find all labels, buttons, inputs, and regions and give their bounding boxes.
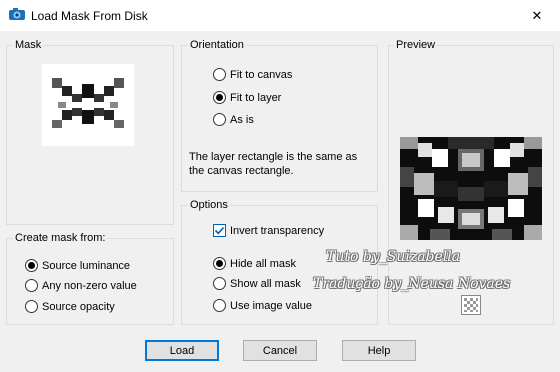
mask-thumbnail [42,64,134,146]
options-legend: Options [188,199,230,211]
preview-image [400,137,542,240]
close-icon: ✕ [531,7,543,23]
radio-source-luminance[interactable]: Source luminance [25,259,130,272]
checkbox-invert-transparency[interactable]: Invert transparency [213,224,324,237]
radio-button[interactable] [213,113,226,126]
create-mask-legend: Create mask from: [13,232,108,244]
load-button[interactable]: Load [145,340,219,361]
zoom-icon[interactable] [461,295,481,315]
radio-fit-to-layer[interactable]: Fit to layer [213,91,281,104]
watermark-line-2: Tradução by_Neusa Novaes [313,276,511,292]
checkmark-icon [214,226,225,235]
radio-fit-to-canvas[interactable]: Fit to canvas [213,68,292,81]
orientation-info-text: The layer rectangle is the same as the c… [189,151,358,177]
radio-button[interactable] [213,277,226,290]
close-button[interactable]: ✕ [514,0,560,31]
radio-label: Hide all mask [230,257,297,270]
window-title: Load Mask From Disk [31,9,148,23]
radio-button[interactable] [213,91,226,104]
radio-button[interactable] [213,299,226,312]
watermark-line-1: Tuto by_Suizabella [326,249,461,265]
cancel-button[interactable]: Cancel [243,340,317,361]
radio-label: Show all mask [230,277,301,290]
help-button[interactable]: Help [342,340,416,361]
orientation-legend: Orientation [188,39,246,51]
radio-label: Fit to layer [230,91,282,104]
radio-label: As is [230,113,254,126]
radio-label: Any non-zero value [42,279,137,292]
radio-button[interactable] [213,257,226,270]
radio-label: Source opacity [42,300,115,313]
radio-label: Use image value [230,299,312,312]
radio-button[interactable] [25,259,38,272]
radio-any-non-zero-value[interactable]: Any non-zero value [25,279,137,292]
radio-button[interactable] [25,300,38,313]
mask-legend: Mask [13,39,44,51]
radio-use-image-value[interactable]: Use image value [213,299,312,312]
radio-show-all-mask[interactable]: Show all mask [213,277,301,290]
radio-button[interactable] [25,279,38,292]
title-bar: Load Mask From Disk ✕ [0,0,560,31]
radio-label: Fit to canvas [230,68,293,81]
radio-button[interactable] [213,68,226,81]
preview-legend: Preview [394,39,438,51]
radio-label: Source luminance [42,259,131,272]
checkbox[interactable] [213,224,226,237]
radio-hide-all-mask[interactable]: Hide all mask [213,257,296,270]
checkbox-label: Invert transparency [230,224,325,237]
radio-source-opacity[interactable]: Source opacity [25,300,115,313]
radio-as-is[interactable]: As is [213,113,254,126]
app-icon [9,8,25,20]
